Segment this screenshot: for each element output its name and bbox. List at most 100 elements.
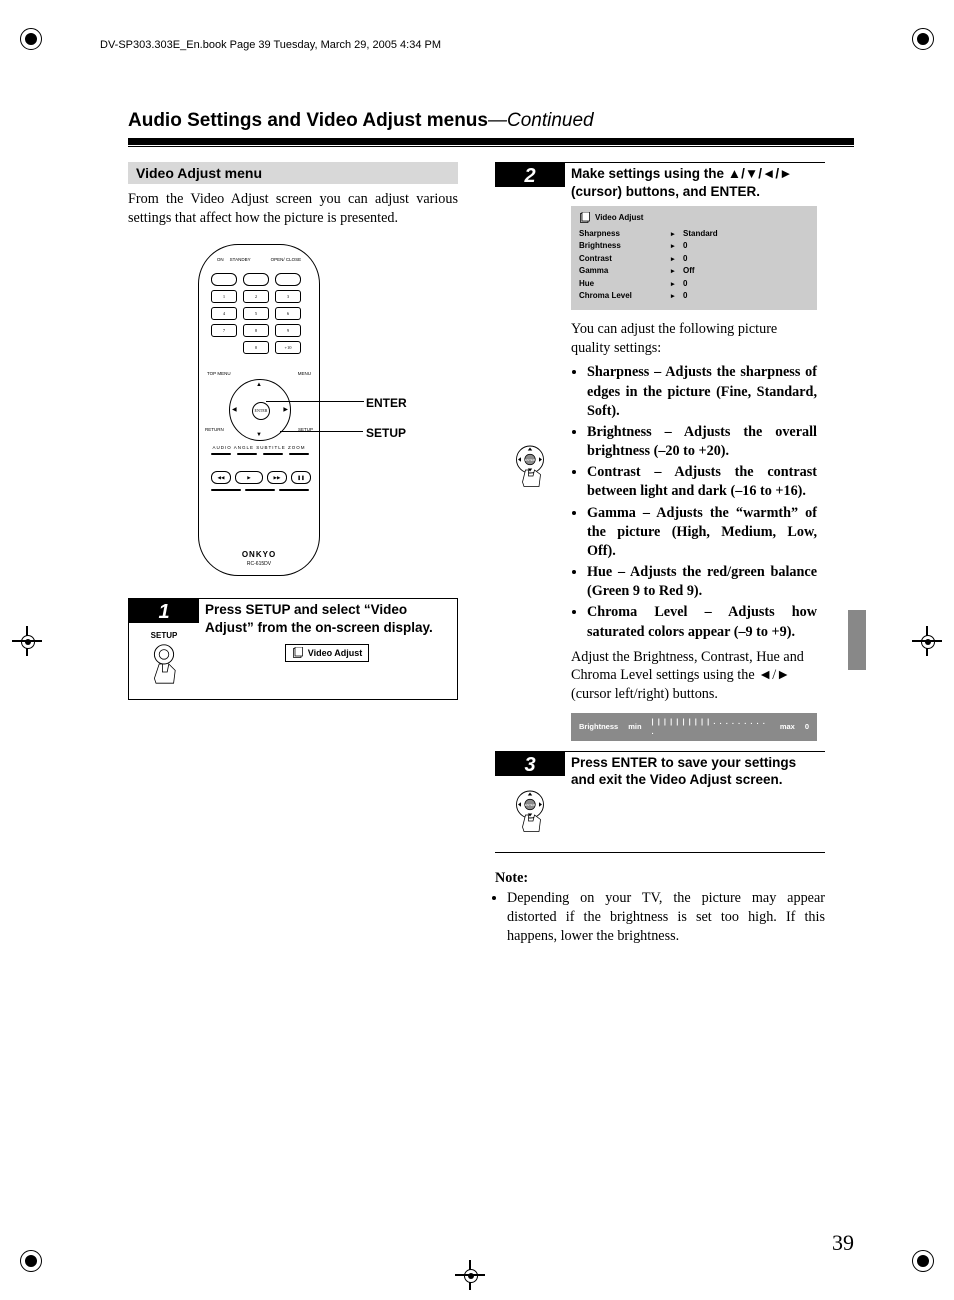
svg-text:ENTER: ENTER [525,803,536,807]
remote-menu-label: MENU [298,371,311,376]
press-button-hand-icon [140,640,188,688]
cross-register-icon [455,1260,485,1290]
step-2-trail: Adjust the Brightness, Contrast, Hue and… [571,648,817,703]
setting-description-item: Hue – Adjusts the red/green balance (Gre… [587,563,817,601]
step-2-lead: You can adjust the following picture qua… [571,320,817,357]
osd-key: Sharpness [579,229,669,239]
remote-button: 7 [211,324,237,337]
setting-name: Chroma Level [587,604,687,620]
remote-play-button: ▶ [235,471,263,484]
callout-line [266,401,364,402]
osd-value: 0 [683,241,809,251]
intro-paragraph: From the Video Adjust screen you can adj… [128,190,458,228]
remote-button: 1 [211,290,237,303]
remote-transport-button: ▶▶ [267,471,287,484]
step-1-box: 1 SETUP Press SETUP and select “Video Ad… [128,598,458,700]
bar-ticks: | | | | | | | | | | . . . . . . . . . . [652,717,770,737]
cross-register-icon [912,626,942,656]
remote-model-label: RC-615DV [199,561,319,567]
callout-label-enter: ENTER [366,396,407,410]
osd-row: SharpnessStandard [579,228,809,240]
document-icon [292,647,304,659]
remote-button: 9 [275,324,301,337]
arrow-right-icon [671,254,681,264]
osd-row: Gamma Off [579,265,809,277]
remote-button: 3 [275,290,301,303]
remote-button [243,273,269,286]
remote-enter-button: ENTER [252,402,270,420]
right-arrow-icon: ▶ [283,406,288,413]
arrow-right-icon [671,291,681,301]
osd-row: Chroma Level 0 [579,290,809,302]
osd-key: Hue [579,279,669,289]
setting-description: – Adjusts the red/green balance (Green 9… [587,564,817,599]
osd-row: Contrast 0 [579,253,809,265]
remote-illustration: ON STANDBY OPEN/ CLOSE 1 2 3 4 5 6 7 [198,244,388,576]
remote-pause-button: ❚❚ [291,471,311,484]
remote-button: 2 [243,290,269,303]
remote-topmenu-label: TOP MENU [207,371,231,376]
setting-name: Hue [587,564,612,580]
reg-mark-icon [20,1250,42,1272]
remote-button [279,489,309,491]
document-icon [579,212,591,224]
remote-brand-label: ONKYO [199,550,319,559]
osd-value: Off [683,266,809,276]
osd-key: Contrast [579,254,669,264]
section-title-continued: —Continued [488,110,594,131]
remote-button: 5 [243,307,269,320]
osd-key: Chroma Level [579,291,669,301]
remote-on-label: ON [217,257,224,262]
step-2-box: 2 ENTER Make settings using the ▲/▼/◄/► … [495,162,825,752]
reg-mark-icon [912,1250,934,1272]
remote-standby-label: STANDBY [230,257,251,262]
osd-value: 0 [683,279,809,289]
cross-register-icon [12,626,42,656]
bar-max-label: max [780,722,795,732]
setting-description-item: Gamma – Adjusts the “warmth” of the pict… [587,504,817,562]
arrow-right-icon [671,279,681,289]
remote-button: 6 [275,307,301,320]
up-arrow-icon: ▲ [256,382,262,388]
osd-key: Gamma [579,266,669,276]
section-title: Audio Settings and Video Adjust menus—Co… [128,110,594,131]
setting-description-item: Chroma Level – Adjusts how saturated col… [587,603,817,641]
down-arrow-icon: ▼ [256,432,262,438]
step-1-instruction: Press SETUP and select “Video Adjust” fr… [205,602,433,635]
bar-value: 0 [805,722,809,732]
remote-button [211,273,237,286]
callout-line [280,431,363,432]
bar-min-label: min [628,722,641,732]
thumb-tab [848,610,866,670]
remote-transport-button: ◀◀ [211,471,231,484]
osd-chip-label: Video Adjust [308,648,363,660]
pdf-header: DV-SP303.303E_En.book Page 39 Tuesday, M… [100,39,441,51]
bar-label: Brightness [579,722,618,732]
setup-button-label: SETUP [133,631,195,640]
callout-label-setup: SETUP [366,426,406,440]
remote-row-labels: AUDIO ANGLE SUBTITLE ZOOM [199,445,319,450]
osd-row: Brightness0 [579,240,809,252]
osd-value: 0 [683,291,809,301]
step-number: 3 [495,752,565,776]
reg-mark-icon [912,28,934,50]
remote-button [245,489,275,491]
step-3-box: 3 ENTER Press ENTER to save your setting… [495,752,825,853]
note-heading: Note: [495,870,825,887]
step-number: 2 [495,163,565,187]
remote-button [275,273,301,286]
remote-button [211,453,231,455]
subheading-video-adjust: Video Adjust menu [128,162,458,184]
remote-button [211,489,241,491]
remote-return-label: RETURN [205,427,224,432]
osd-row: Hue 0 [579,278,809,290]
osd-value: 0 [683,254,809,264]
arrow-right-icon [671,241,681,251]
section-title-main: Audio Settings and Video Adjust menus [128,110,488,131]
step-number: 1 [129,599,199,623]
setting-name: Sharpness [587,364,649,380]
remote-open-label: OPEN/ CLOSE [271,257,302,262]
remote-button [263,453,283,455]
osd-title-text: Video Adjust [595,213,643,223]
step-3-instruction: Press ENTER to save your settings and ex… [571,755,796,788]
